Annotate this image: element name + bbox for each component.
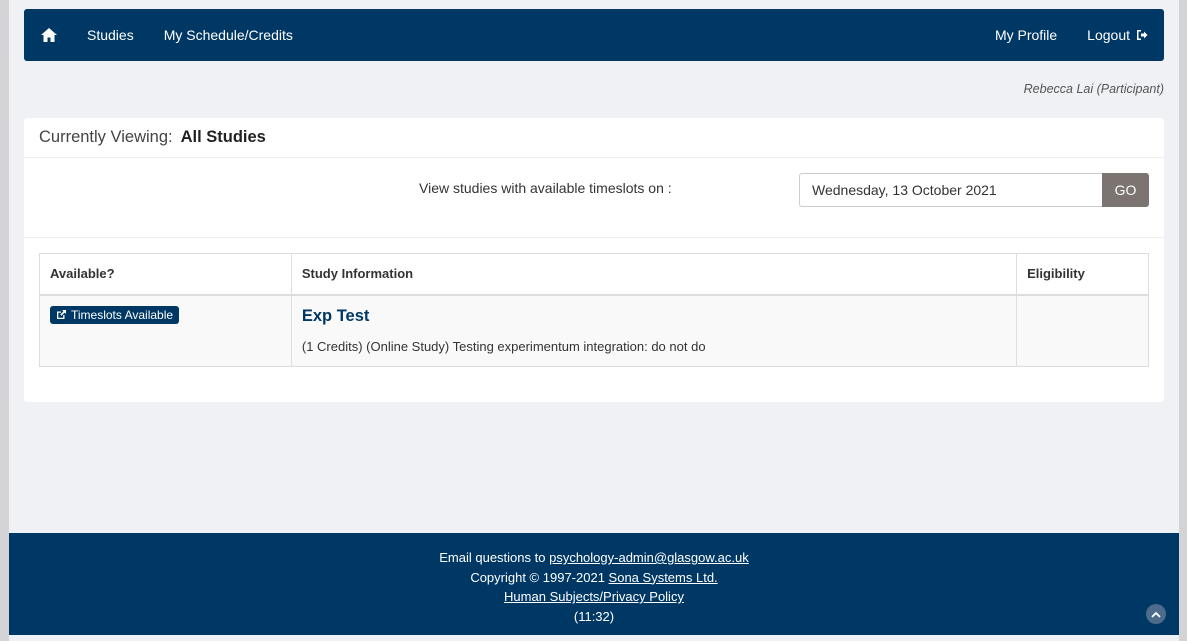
go-button[interactable]: GO <box>1102 173 1149 207</box>
footer-company-link[interactable]: Sona Systems Ltd. <box>609 570 718 585</box>
nav-studies-link[interactable]: Studies <box>87 27 134 43</box>
viewing-label: Currently Viewing: <box>39 128 173 146</box>
study-title-link[interactable]: Exp Test <box>302 307 370 326</box>
footer-email-line: Email questions to psychology-admin@glas… <box>9 548 1179 568</box>
date-filter-label: View studies with available timeslots on… <box>419 180 672 196</box>
panel-header: Currently Viewing: All Studies <box>24 118 1164 158</box>
footer-copyright-line: Copyright © 1997-2021 Sona Systems Ltd. <box>9 568 1179 588</box>
nav-schedule-link[interactable]: My Schedule/Credits <box>164 27 293 43</box>
nav-profile-link[interactable]: My Profile <box>995 27 1057 43</box>
timeslots-available-button[interactable]: Timeslots Available <box>50 305 180 324</box>
column-header-study-info: Study Information <box>290 253 1018 296</box>
footer-email-link[interactable]: psychology-admin@glasgow.ac.uk <box>549 550 749 565</box>
chevron-up-icon[interactable] <box>1146 604 1166 624</box>
footer-privacy-line: Human Subjects/Privacy Policy <box>9 587 1179 607</box>
logout-label: Logout <box>1087 27 1130 43</box>
sign-out-icon <box>1136 29 1148 41</box>
study-info-cell: Exp Test (1 Credits) (Online Study) Test… <box>290 294 1018 367</box>
eligibility-cell <box>1016 294 1149 367</box>
timeslots-available-label: Timeslots Available <box>71 307 174 322</box>
home-icon[interactable] <box>40 26 58 44</box>
footer-privacy-link[interactable]: Human Subjects/Privacy Policy <box>504 589 684 604</box>
footer-time: (11:32) <box>573 608 615 624</box>
column-header-eligibility: Eligibility <box>1016 253 1149 296</box>
column-header-available: Available? <box>39 253 292 296</box>
external-link-icon <box>57 310 66 319</box>
date-input[interactable] <box>799 173 1103 207</box>
page-footer: Email questions to psychology-admin@glas… <box>9 533 1179 635</box>
table-row: Timeslots Available Exp Test (1 Credits)… <box>39 294 1149 367</box>
nav-right-group: My Profile Logout <box>965 27 1148 43</box>
table-header-row: Available? Study Information Eligibility <box>39 253 1149 296</box>
top-navbar: Studies My Schedule/Credits My Profile L… <box>24 9 1164 61</box>
footer-copyright-prefix: Copyright © 1997-2021 <box>470 569 609 585</box>
studies-panel: Currently Viewing: All Studies View stud… <box>24 118 1164 402</box>
available-cell: Timeslots Available <box>39 294 292 367</box>
study-description: (1 Credits) (Online Study) Testing exper… <box>301 338 706 354</box>
footer-email-prefix: Email questions to <box>439 550 550 565</box>
viewing-value: All Studies <box>180 128 266 146</box>
date-filter-row: View studies with available timeslots on… <box>24 158 1164 238</box>
user-role-label: Rebecca Lai (Participant) <box>1023 82 1164 96</box>
studies-table: Available? Study Information Eligibility… <box>39 253 1149 367</box>
nav-logout-link[interactable]: Logout <box>1087 27 1148 43</box>
